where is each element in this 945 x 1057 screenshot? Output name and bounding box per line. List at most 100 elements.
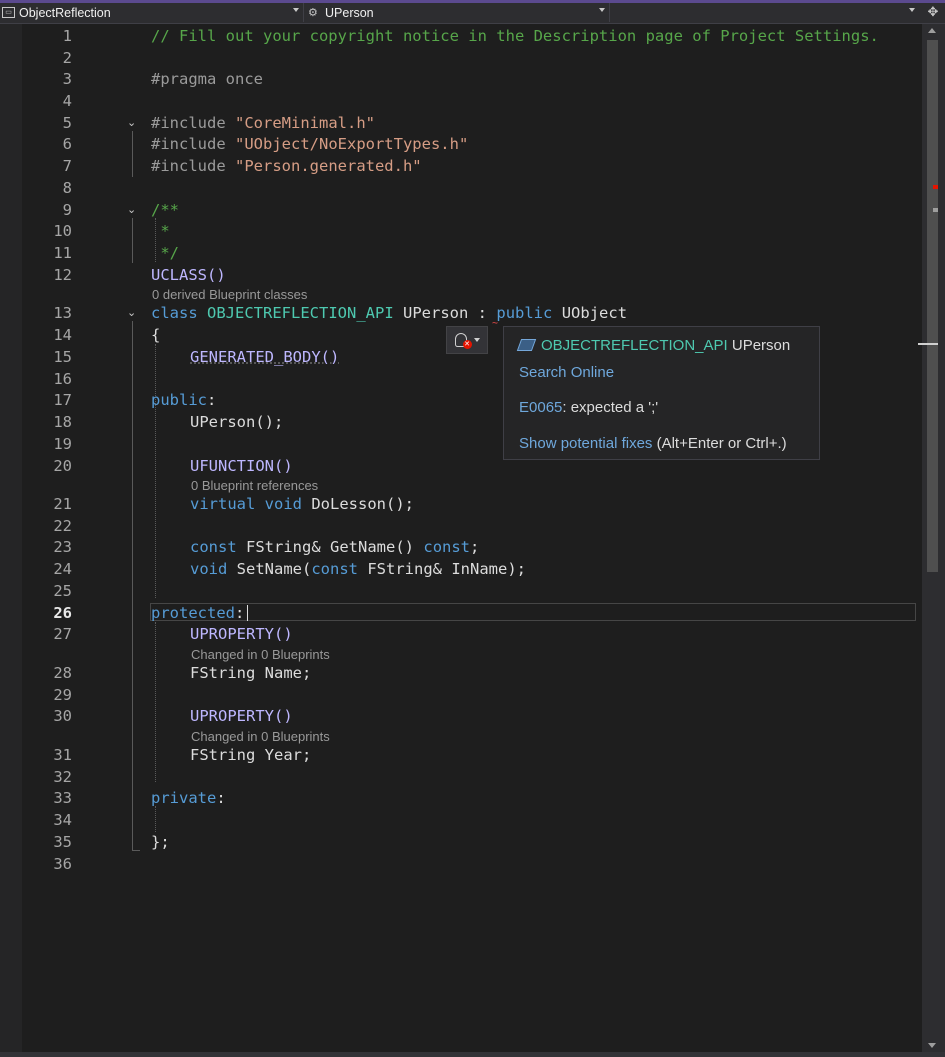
line-number: 4 (62, 92, 72, 110)
fold-toggle-icon[interactable]: ⌄ (127, 117, 137, 128)
code-line-1[interactable]: // Fill out your copyright notice in the… (151, 26, 879, 46)
fold-guide (132, 131, 133, 177)
line-number: 24 (53, 560, 72, 578)
line-number: 7 (62, 157, 72, 175)
code-line-18[interactable]: UPerson(); (190, 412, 283, 432)
function-decl: DoLesson(); (311, 495, 414, 513)
split-editor-icon[interactable]: ✥ (923, 5, 943, 21)
project-icon: ▭ (2, 7, 15, 18)
error-code-link[interactable]: E0065 (519, 399, 562, 416)
code-line-23[interactable]: const FString& GetName() const; (190, 537, 479, 557)
show-fixes-link[interactable]: Show potential fixes (519, 435, 652, 452)
chevron-down-icon (599, 8, 605, 12)
api-name: OBJECTREFLECTION_API (541, 337, 728, 354)
code-line-10[interactable]: * (151, 221, 169, 241)
codelens-changed-year[interactable]: Changed in 0 Blueprints (191, 729, 330, 745)
caret-position-marker (918, 343, 938, 345)
symbol-dropdown[interactable]: ⚙ UPerson (308, 3, 610, 22)
code-line-28[interactable]: FString Name; (190, 663, 311, 683)
macro-icon (516, 339, 537, 351)
colon-token: : (235, 604, 245, 622)
code-line-12[interactable]: UCLASS() (151, 265, 226, 285)
fix-shortcut: (Alt+Enter or Ctrl+.) (656, 435, 787, 452)
line-number: 16 (53, 370, 72, 388)
scroll-up-icon[interactable] (928, 28, 936, 33)
code-line-14[interactable]: { (151, 325, 160, 345)
line-number: 11 (53, 244, 72, 262)
code-line-5[interactable]: #include "CoreMinimal.h" (151, 113, 375, 133)
api-macro: OBJECTREFLECTION_API (207, 304, 394, 322)
line-number: 17 (53, 391, 72, 409)
member-dropdown[interactable] (613, 3, 919, 22)
line-number: 23 (53, 538, 72, 556)
chevron-down-icon (909, 8, 915, 12)
quick-actions-button[interactable]: ✕ (446, 326, 488, 354)
fold-toggle-icon[interactable]: ⌄ (127, 307, 137, 318)
error-marker[interactable] (933, 185, 938, 189)
code-line-15[interactable]: GENERATED_BODY() (190, 347, 339, 367)
code-line-35[interactable]: }; (151, 832, 170, 852)
project-dropdown[interactable]: ▭ ObjectReflection (2, 3, 304, 22)
fold-toggle-icon[interactable]: ⌄ (127, 204, 137, 215)
public-keyword: public (496, 304, 553, 322)
base-class: UObject (561, 304, 628, 322)
code-line-24[interactable]: void SetName(const FString& InName); (190, 559, 526, 579)
codelens-changed-name[interactable]: Changed in 0 Blueprints (191, 647, 330, 663)
const-keyword: const (311, 560, 358, 578)
potential-fixes: Show potential fixes (Alt+Enter or Ctrl+… (519, 435, 787, 452)
const-keyword: const (190, 538, 237, 556)
scroll-down-icon[interactable] (928, 1043, 936, 1048)
search-online-link[interactable]: Search Online (519, 364, 614, 381)
codelens-blueprint-refs[interactable]: 0 Blueprint references (191, 478, 318, 494)
symbol-label: UPerson (325, 5, 374, 20)
line-number: 36 (53, 855, 72, 873)
code-line-33[interactable]: private: (151, 788, 226, 808)
code-line-7[interactable]: #include "Person.generated.h" (151, 156, 422, 176)
text-caret (247, 605, 248, 621)
code-line-17[interactable]: public: (151, 390, 216, 410)
code-line-13[interactable]: class OBJECTREFLECTION_API UPerson : pub… (151, 303, 627, 323)
code-line-3[interactable]: #pragma once (151, 69, 263, 89)
code-line-31[interactable]: FString Year; (190, 745, 311, 765)
line-number: 29 (53, 686, 72, 704)
param-list: FString& InName); (367, 560, 526, 578)
scroll-thumb[interactable] (927, 40, 938, 572)
colon-token: : (477, 304, 488, 322)
line-number: 12 (53, 266, 72, 284)
indent-guide (155, 622, 156, 782)
horizontal-scrollbar[interactable] (0, 1052, 945, 1057)
line-number: 27 (53, 625, 72, 643)
code-line-26[interactable]: protected: (151, 603, 244, 623)
error-squiggle: ~ (492, 318, 499, 329)
access-protected: protected (151, 604, 235, 622)
void-keyword: void (264, 495, 302, 513)
line-number: 34 (53, 811, 72, 829)
code-line-30[interactable]: UPROPERTY() (190, 706, 293, 726)
line-number: 14 (53, 326, 72, 344)
line-number: 13 (53, 304, 72, 322)
margin-strip (0, 24, 22, 1057)
code-line-6[interactable]: #include "UObject/NoExportTypes.h" (151, 134, 468, 154)
line-number: 3 (62, 70, 72, 88)
code-line-9[interactable]: /** (151, 200, 179, 220)
codelens-derived-classes[interactable]: 0 derived Blueprint classes (152, 287, 307, 303)
line-number: 8 (62, 179, 72, 197)
line-number: 31 (53, 746, 72, 764)
fold-guide (132, 321, 133, 851)
code-line-20[interactable]: UFUNCTION() (190, 456, 293, 476)
line-number: 10 (53, 222, 72, 240)
include-keyword: #include (151, 135, 226, 153)
code-line-21[interactable]: virtual void DoLesson(); (190, 494, 414, 514)
function-name: GetName() (330, 538, 415, 556)
current-line-highlight (150, 603, 916, 621)
code-line-27[interactable]: UPROPERTY() (190, 624, 293, 644)
change-marker[interactable] (933, 208, 938, 212)
chevron-down-icon (293, 8, 299, 12)
line-number: 32 (53, 768, 72, 786)
function-name: SetName( (236, 560, 312, 578)
error-message: E0065: expected a ';' (519, 399, 658, 416)
quick-info-signature: OBJECTREFLECTION_API UPerson (516, 337, 790, 354)
code-line-11[interactable]: */ (151, 243, 179, 263)
class-keyword: class (151, 304, 198, 322)
error-text: : expected a ';' (562, 399, 659, 416)
